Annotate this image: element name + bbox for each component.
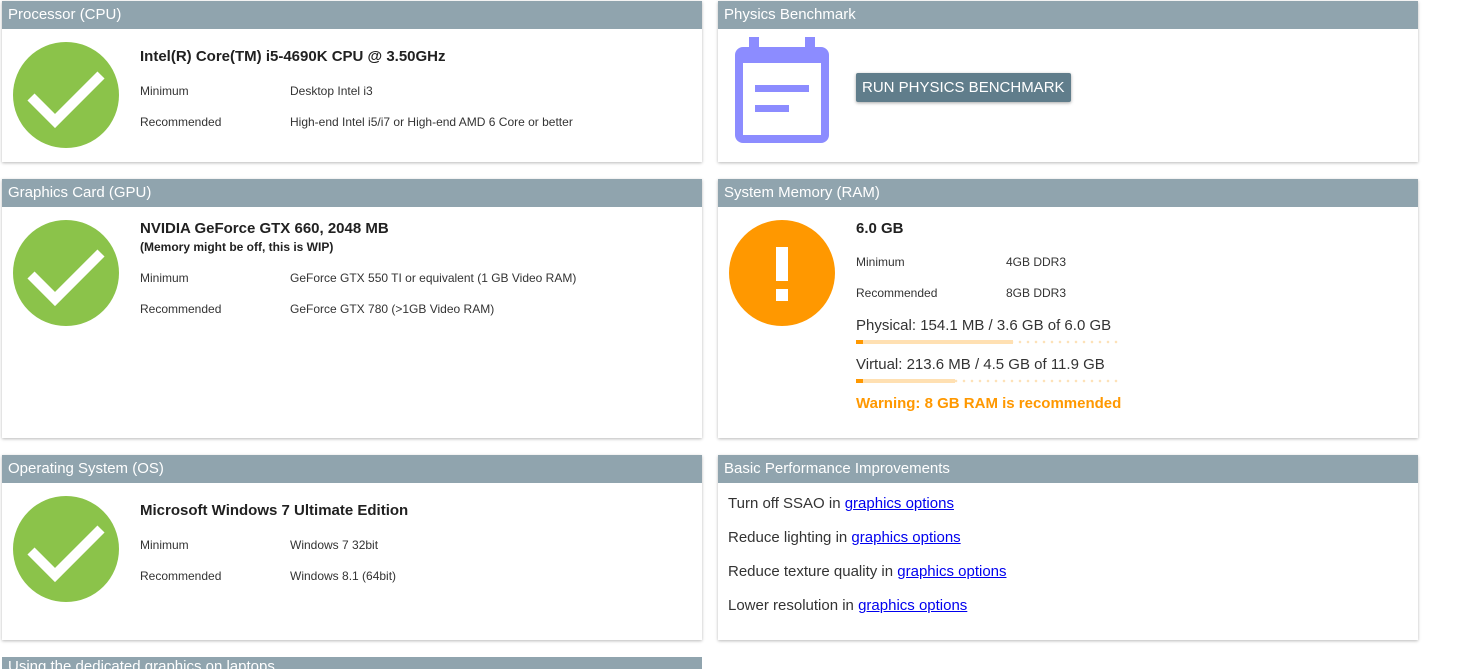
os-recommended-label: Recommended <box>140 569 222 583</box>
tip-ssao-text: Turn off SSAO in <box>728 495 845 512</box>
virtual-memory-bar-fill <box>856 379 864 383</box>
physics-card-header: Physics Benchmark <box>718 1 1418 29</box>
virtual-memory-bar-buffer <box>856 379 956 383</box>
cpu-card: Processor (CPU) Intel(R) Core(TM) i5-469… <box>2 1 702 162</box>
os-name: Microsoft Windows 7 Ultimate Edition <box>140 502 409 519</box>
laptops-card: Using the dedicated graphics on laptops <box>2 657 702 669</box>
os-minimum-label: Minimum <box>140 538 189 552</box>
gpu-status-checkmark-icon <box>13 220 119 326</box>
gpu-memory-note: (Memory might be off, this is WIP) <box>140 240 334 254</box>
physical-memory-bar <box>856 340 1118 344</box>
tip-ssao: Turn off SSAO in graphics options <box>728 495 954 512</box>
physical-memory-bar-buffer <box>856 340 1014 344</box>
ram-recommended-label: Recommended <box>856 286 938 300</box>
laptops-card-header: Using the dedicated graphics on laptops <box>2 657 702 669</box>
improvements-card-header: Basic Performance Improvements <box>718 455 1418 483</box>
run-physics-benchmark-button[interactable]: RUN PHYSICS BENCHMARK <box>856 73 1071 102</box>
tip-resolution-graphics-options-link[interactable]: graphics options <box>858 597 967 614</box>
ram-minimum-label: Minimum <box>856 255 905 269</box>
ram-minimum-value: 4GB DDR3 <box>1006 255 1067 269</box>
cpu-recommended-value: High-end Intel i5/i7 or High-end AMD 6 C… <box>290 115 573 129</box>
ram-total: 6.0 GB <box>856 220 904 237</box>
cpu-recommended-label: Recommended <box>140 115 222 129</box>
improvements-card: Basic Performance Improvements Turn off … <box>718 455 1418 640</box>
tip-resolution-text: Lower resolution in <box>728 597 859 614</box>
tip-lighting: Reduce lighting in graphics options <box>728 529 961 546</box>
virtual-memory-bar <box>856 379 1118 383</box>
calendar-note-icon <box>733 35 831 145</box>
ram-card-header: System Memory (RAM) <box>718 179 1418 207</box>
gpu-card: Graphics Card (GPU) NVIDIA GeForce GTX 6… <box>2 179 702 438</box>
ram-recommended-value: 8GB DDR3 <box>1006 286 1067 300</box>
ram-status-exclamation-icon <box>729 220 835 326</box>
cpu-card-header: Processor (CPU) <box>2 1 702 29</box>
physical-memory-bar-fill <box>856 340 864 344</box>
os-recommended-value: Windows 8.1 (64bit) <box>290 569 397 583</box>
tip-lighting-text: Reduce lighting in <box>728 529 852 546</box>
tip-texture-text: Reduce texture quality in <box>728 563 898 580</box>
tip-ssao-graphics-options-link[interactable]: graphics options <box>845 495 954 512</box>
cpu-minimum-label: Minimum <box>140 84 189 98</box>
tip-lighting-graphics-options-link[interactable]: graphics options <box>851 529 960 546</box>
gpu-recommended-value: GeForce GTX 780 (>1GB Video RAM) <box>290 302 495 316</box>
os-minimum-value: Windows 7 32bit <box>290 538 379 552</box>
tip-texture: Reduce texture quality in graphics optio… <box>728 563 1007 580</box>
physics-card: Physics Benchmark RUN PHYSICS BENCHMARK <box>718 1 1418 162</box>
os-card-header: Operating System (OS) <box>2 455 702 483</box>
gpu-name: NVIDIA GeForce GTX 660, 2048 MB <box>140 220 389 237</box>
cpu-status-checkmark-icon <box>13 42 119 148</box>
gpu-minimum-label: Minimum <box>140 271 189 285</box>
cpu-minimum-value: Desktop Intel i3 <box>290 84 373 98</box>
os-status-checkmark-icon <box>13 496 119 602</box>
physical-memory-text: Physical: 154.1 MB / 3.6 GB of 6.0 GB <box>856 317 1112 334</box>
tip-resolution: Lower resolution in graphics options <box>728 597 967 614</box>
os-card: Operating System (OS) Microsoft Windows … <box>2 455 702 640</box>
cpu-name: Intel(R) Core(TM) i5-4690K CPU @ 3.50GHz <box>140 48 446 65</box>
virtual-memory-text: Virtual: 213.6 MB / 4.5 GB of 11.9 GB <box>856 356 1105 373</box>
ram-warning: Warning: 8 GB RAM is recommended <box>856 395 1122 412</box>
gpu-minimum-value: GeForce GTX 550 TI or equivalent (1 GB V… <box>290 271 577 285</box>
tip-texture-graphics-options-link[interactable]: graphics options <box>897 563 1006 580</box>
gpu-recommended-label: Recommended <box>140 302 222 316</box>
gpu-card-header: Graphics Card (GPU) <box>2 179 702 207</box>
ram-card: System Memory (RAM) 6.0 GB Minimum 4GB D… <box>718 179 1418 438</box>
